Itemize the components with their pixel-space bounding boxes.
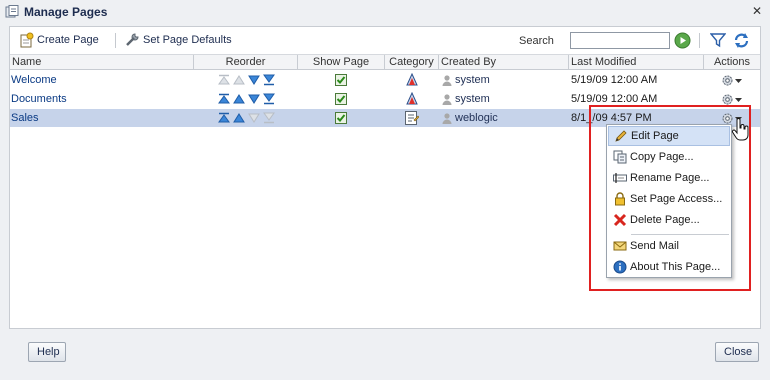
move-bottom-icon[interactable] xyxy=(263,74,275,86)
column-header-reorder[interactable]: Reorder xyxy=(194,55,298,70)
delete-x-icon xyxy=(613,213,627,227)
menu-item-label: Send Mail xyxy=(630,240,679,252)
actions-context-menu: Edit Page Copy Page... Rename Page... Se… xyxy=(606,124,732,278)
wrench-icon xyxy=(126,33,139,46)
column-header-actions[interactable]: Actions xyxy=(704,55,760,70)
refresh-icon[interactable] xyxy=(733,32,750,49)
gear-icon xyxy=(722,94,733,104)
move-top-icon[interactable] xyxy=(218,112,230,124)
created-by-value: system xyxy=(455,93,490,105)
user-icon xyxy=(442,94,452,105)
move-up-icon[interactable] xyxy=(233,112,245,124)
search-input[interactable] xyxy=(570,32,670,49)
copy-icon xyxy=(613,150,627,164)
actions-menu-button[interactable] xyxy=(721,71,742,89)
move-top-icon[interactable] xyxy=(218,93,230,105)
close-button[interactable]: Close xyxy=(715,342,759,362)
checkbox-checked-icon[interactable] xyxy=(335,112,347,124)
dialog-title: Manage Pages xyxy=(24,5,108,19)
document-icon xyxy=(405,111,419,125)
set-page-defaults-button[interactable]: Set Page Defaults xyxy=(124,32,232,48)
menu-item-label: About This Page... xyxy=(630,261,721,273)
manage-pages-dialog: Manage Pages ✕ Create Page Set Page Defa… xyxy=(0,0,770,380)
move-bottom-icon xyxy=(263,112,275,124)
created-by: weblogic xyxy=(441,109,498,127)
mail-icon xyxy=(613,241,627,251)
pages-icon xyxy=(5,5,19,18)
move-up-icon xyxy=(233,75,245,85)
menu-item-set-page-access[interactable]: Set Page Access... xyxy=(608,189,730,209)
column-header-name[interactable]: Name xyxy=(10,55,194,70)
menu-item-rename-page[interactable]: Rename Page... xyxy=(608,168,730,188)
search-label: Search xyxy=(519,35,554,47)
created-by-value: weblogic xyxy=(455,112,498,124)
move-down-icon[interactable] xyxy=(248,93,260,105)
menu-item-about-this-page[interactable]: About This Page... xyxy=(608,257,730,277)
page-name-link[interactable]: Welcome xyxy=(11,71,57,89)
set-page-defaults-label: Set Page Defaults xyxy=(143,34,232,46)
help-button[interactable]: Help xyxy=(28,342,66,362)
filter-icon[interactable] xyxy=(710,32,726,48)
menu-divider xyxy=(631,234,729,235)
pencil-icon xyxy=(615,130,627,142)
menu-item-label: Delete Page... xyxy=(630,214,700,226)
table-row[interactable]: Welcome system 5/19/09 12:00 AM xyxy=(10,71,760,89)
chevron-down-icon xyxy=(735,97,742,102)
move-top-icon xyxy=(218,74,230,85)
create-page-button[interactable]: Create Page xyxy=(18,32,99,48)
cone-icon xyxy=(406,73,418,86)
new-page-icon xyxy=(20,32,34,48)
toolbar-divider xyxy=(699,33,700,48)
table-header: Name Reorder Show Page Category Created … xyxy=(10,54,760,70)
menu-item-label: Edit Page xyxy=(631,130,679,142)
menu-item-label: Copy Page... xyxy=(630,151,694,163)
page-name-link[interactable]: Sales xyxy=(11,109,39,127)
move-bottom-icon[interactable] xyxy=(263,93,275,105)
user-icon xyxy=(442,113,452,124)
close-icon[interactable]: ✕ xyxy=(750,4,764,18)
column-header-show-page[interactable]: Show Page xyxy=(298,55,385,70)
chevron-down-icon xyxy=(735,78,742,83)
gear-icon xyxy=(722,75,733,85)
checkbox-checked-icon[interactable] xyxy=(335,93,347,105)
menu-item-delete-page[interactable]: Delete Page... xyxy=(608,210,730,230)
menu-item-label: Rename Page... xyxy=(630,172,710,184)
hand-cursor-icon xyxy=(731,118,749,141)
created-by: system xyxy=(441,71,490,89)
menu-item-edit-page[interactable]: Edit Page xyxy=(608,126,730,146)
move-down-icon[interactable] xyxy=(248,74,260,86)
menu-item-send-mail[interactable]: Send Mail xyxy=(608,236,730,256)
reorder-controls xyxy=(218,71,275,89)
create-page-label: Create Page xyxy=(37,34,99,46)
menu-item-label: Set Page Access... xyxy=(630,193,723,205)
toolbar: Create Page Set Page Defaults Search xyxy=(10,27,760,54)
column-header-last-modified[interactable]: Last Modified xyxy=(569,55,704,70)
info-icon xyxy=(613,260,627,274)
user-icon xyxy=(442,75,452,86)
cone-icon xyxy=(406,92,418,105)
checkbox-checked-icon[interactable] xyxy=(335,74,347,86)
go-search-icon[interactable] xyxy=(674,32,691,49)
rename-icon xyxy=(613,173,627,183)
toolbar-divider xyxy=(115,33,116,48)
reorder-controls xyxy=(218,109,275,127)
reorder-controls xyxy=(218,90,275,108)
created-by: system xyxy=(441,90,490,108)
move-up-icon[interactable] xyxy=(233,93,245,105)
last-modified-value: 5/19/09 12:00 AM xyxy=(571,74,658,86)
column-header-category[interactable]: Category xyxy=(385,55,439,70)
title-bar: Manage Pages ✕ xyxy=(0,0,770,24)
column-header-created-by[interactable]: Created By xyxy=(439,55,569,70)
created-by-value: system xyxy=(455,74,490,86)
move-down-icon xyxy=(248,113,260,123)
page-name-link[interactable]: Documents xyxy=(11,90,67,108)
menu-item-copy-page[interactable]: Copy Page... xyxy=(608,147,730,167)
lock-icon xyxy=(615,192,625,206)
